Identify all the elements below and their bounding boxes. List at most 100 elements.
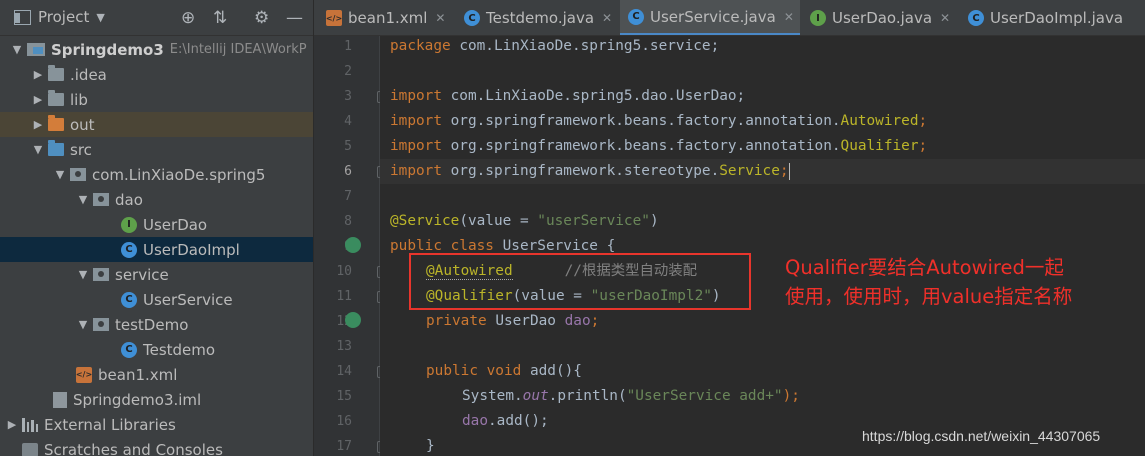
text-caret [788, 162, 791, 180]
scratches-icon [22, 442, 38, 456]
line-number: 13 [336, 339, 352, 354]
tree-item-label: testDemo [115, 315, 189, 334]
code-line: System.out.println("UserService add+"); [462, 388, 800, 404]
tree-item-label: Testdemo [143, 340, 216, 359]
editor-tabs: </> bean1.xml ✕ C Testdemo.java ✕ C User… [314, 0, 1145, 36]
tab-label: UserDao.java [832, 9, 933, 27]
line-number: 14 [336, 364, 352, 379]
tree-item-label: UserDaoImpl [143, 240, 240, 259]
tree-item-label: dao [115, 190, 143, 209]
tree-item-idea[interactable]: ▶ .idea [0, 62, 313, 87]
project-icon [14, 9, 31, 25]
code-line: private UserDao dao; [426, 313, 600, 329]
gear-icon[interactable]: ⚙ [254, 8, 269, 28]
tree-item-out[interactable]: ▶ out [0, 112, 313, 137]
tree-item-service[interactable]: ▼ service [0, 262, 313, 287]
chevron-down-icon[interactable]: ▼ [31, 143, 45, 156]
tab-userdao-java[interactable]: I UserDao.java ✕ [800, 0, 962, 35]
line-number: 1 [344, 39, 352, 54]
line-number: 16 [336, 414, 352, 429]
line-number: 5 [344, 139, 352, 154]
tree-item-testdemo[interactable]: C Testdemo [0, 337, 313, 362]
library-icon [22, 417, 38, 432]
tree-item-label: Scratches and Consoles [44, 440, 223, 456]
tab-label: bean1.xml [348, 9, 428, 27]
chevron-right-icon[interactable]: ▶ [31, 93, 45, 106]
chevron-right-icon[interactable]: ▶ [31, 68, 45, 81]
class-icon: C [968, 10, 984, 26]
tree-item-userservice[interactable]: C UserService [0, 287, 313, 312]
tree-item-label: service [115, 265, 169, 284]
line-number: 6 [344, 164, 352, 179]
chevron-down-icon[interactable]: ▼ [76, 318, 90, 331]
tab-testdemo-java[interactable]: C Testdemo.java ✕ [462, 0, 620, 35]
code-line: import org.springframework.beans.factory… [390, 113, 928, 129]
tree-item-label: .idea [70, 65, 107, 84]
code-line: public void add(){ [426, 363, 582, 379]
class-icon: C [121, 291, 137, 308]
chevron-down-icon[interactable]: ▼ [53, 168, 67, 181]
class-icon: C [464, 10, 480, 26]
tree-item-package[interactable]: ▼ com.LinXiaoDe.spring5 [0, 162, 313, 187]
highlight-box [409, 253, 751, 310]
bean-gutter-icon[interactable] [345, 237, 361, 253]
tree-item-src[interactable]: ▼ src [0, 137, 313, 162]
class-icon: C [628, 8, 644, 25]
tree-item-userdao[interactable]: I UserDao [0, 212, 313, 237]
line-number: 15 [336, 389, 352, 404]
class-icon: C [121, 241, 137, 258]
code-editor[interactable]: package com.LinXiaoDe.spring5.service; i… [380, 36, 1145, 456]
line-number: 11 [336, 289, 352, 304]
tree-item-testdemo-package[interactable]: ▼ testDemo [0, 312, 313, 337]
chevron-right-icon[interactable]: ▶ [31, 118, 45, 131]
tree-item-lib[interactable]: ▶ lib [0, 87, 313, 112]
tree-item-bean1-xml[interactable]: </> bean1.xml [0, 362, 313, 387]
tree-item-label: src [70, 140, 92, 159]
hide-panel-icon[interactable]: — [286, 8, 303, 28]
close-icon[interactable]: ✕ [602, 11, 612, 25]
module-path: E:\Intellij IDEA\WorkP [169, 42, 307, 57]
locate-icon[interactable]: ⊕ [181, 8, 195, 28]
project-panel-header: Project ▼ ⊕ ⇅ ⚙ — [0, 0, 313, 36]
tree-item-iml[interactable]: Springdemo3.iml [0, 387, 313, 412]
chevron-right-icon[interactable]: ▶ [5, 418, 19, 431]
project-view-selector[interactable]: Project ▼ [14, 8, 105, 26]
class-icon: C [121, 341, 137, 358]
tab-label: Testdemo.java [486, 9, 595, 27]
source-folder-icon [48, 140, 64, 156]
tree-item-springdemo3[interactable]: ▼ Springdemo3 E:\Intellij IDEA\WorkP [0, 37, 313, 62]
module-folder-icon [27, 43, 45, 56]
collapse-all-icon[interactable]: ⇅ [213, 8, 227, 28]
chevron-down-icon[interactable]: ▼ [10, 43, 24, 56]
close-icon[interactable]: ✕ [784, 10, 794, 24]
folder-icon [48, 90, 64, 106]
close-icon[interactable]: ✕ [435, 11, 445, 25]
tree-item-label: bean1.xml [98, 365, 178, 384]
code-line-current: import org.springframework.stereotype.Se… [380, 159, 1145, 184]
chevron-down-icon[interactable]: ▼ [76, 193, 90, 206]
tree-item-scratches[interactable]: Scratches and Consoles [0, 437, 313, 456]
close-icon[interactable]: ✕ [940, 11, 950, 25]
tree-item-label: Springdemo3.iml [73, 390, 202, 409]
tab-userdaoimpl-java[interactable]: C UserDaoImpl.java [962, 0, 1145, 35]
tree-item-external-libraries[interactable]: ▶ External Libraries [0, 412, 313, 437]
line-number: 8 [344, 214, 352, 229]
line-number: 10 [336, 264, 352, 279]
line-number: 2 [344, 64, 352, 79]
tree-item-userdaoimpl[interactable]: C UserDaoImpl [0, 237, 313, 262]
line-number: 17 [336, 439, 352, 454]
code-line: } [426, 438, 435, 454]
tree-item-dao[interactable]: ▼ dao [0, 187, 313, 212]
tab-userservice-java[interactable]: C UserService.java ✕ [620, 0, 800, 35]
chevron-down-icon[interactable]: ▼ [76, 268, 90, 281]
folder-icon [48, 65, 64, 81]
tab-label: UserService.java [650, 7, 776, 26]
code-line: dao.add(); [462, 413, 549, 429]
tree-item-label: Springdemo3 [51, 40, 164, 59]
autowired-gutter-icon[interactable] [345, 312, 361, 328]
tab-bean1-xml[interactable]: </> bean1.xml ✕ [314, 0, 462, 35]
tree-item-label: lib [70, 90, 88, 109]
code-line: import com.LinXiaoDe.spring5.dao.UserDao… [390, 88, 746, 104]
tree-item-label: com.LinXiaoDe.spring5 [92, 165, 266, 184]
watermark: https://blog.csdn.net/weixin_44307065 [862, 428, 1101, 444]
